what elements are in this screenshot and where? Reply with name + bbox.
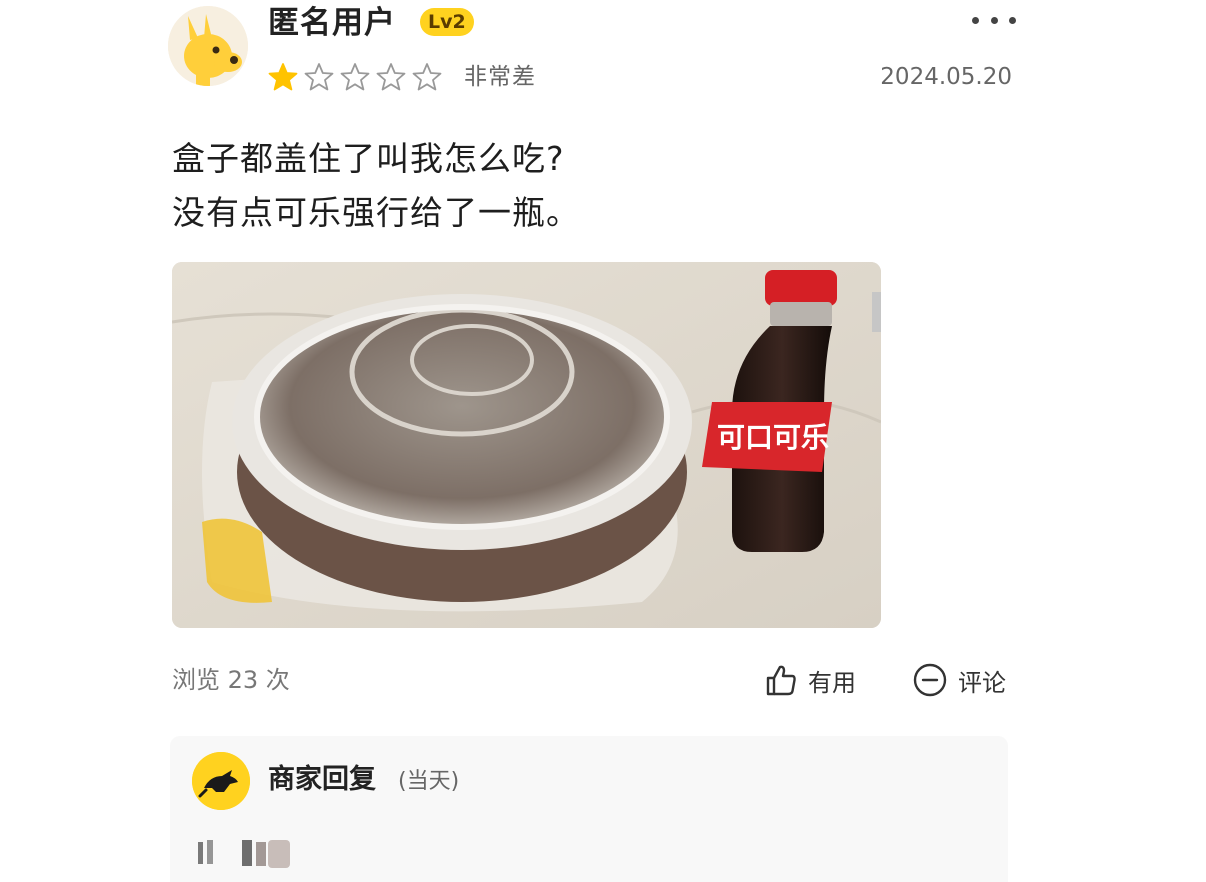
level-badge: Lv2 <box>420 8 474 36</box>
user-avatar[interactable] <box>168 6 248 86</box>
dot-icon <box>972 16 979 24</box>
review-text: 盒子都盖住了叫我怎么吃? 没有点可乐强行给了一瓶。 <box>172 132 1012 240</box>
review-date: 2024.05.20 <box>880 64 1012 90</box>
username: 匿名用户 <box>268 5 396 41</box>
merchant-reply: 商家回复 (当天) <box>170 736 1008 882</box>
food-photo-image: 可口可乐 <box>172 262 881 628</box>
star-empty-icon <box>304 63 334 91</box>
star-rating <box>268 60 442 94</box>
dot-icon <box>1009 16 1016 24</box>
useful-label: 有用 <box>808 668 856 697</box>
reply-time: (当天) <box>398 769 460 794</box>
star-filled-icon <box>268 63 298 91</box>
blurred-reply-content <box>198 840 290 868</box>
kangaroo-logo-icon <box>192 752 250 810</box>
kangaroo-avatar-icon <box>168 6 248 86</box>
view-count: 浏览 23 次 <box>172 666 290 694</box>
star-empty-icon <box>340 63 370 91</box>
review-text-line: 没有点可乐强行给了一瓶。 <box>172 193 580 232</box>
thumbs-up-icon <box>766 665 796 696</box>
comment-button[interactable]: 评论 <box>912 660 1006 700</box>
review-photo[interactable]: 可口可乐 <box>172 262 881 628</box>
more-options-button[interactable] <box>972 6 1016 34</box>
review-card: 匿名用户 Lv2 非常差 2024.05.20 盒子都盖住了叫我怎么吃? 没有点… <box>0 0 1206 882</box>
merchant-avatar <box>192 752 250 810</box>
reply-title: 商家回复 <box>268 764 376 795</box>
dot-icon <box>990 16 998 24</box>
review-text-line: 盒子都盖住了叫我怎么吃? <box>172 139 565 178</box>
comment-label: 评论 <box>958 668 1006 697</box>
rating-label: 非常差 <box>464 64 536 90</box>
star-empty-icon <box>412 63 442 91</box>
bottle-label: 可口可乐 <box>717 421 829 454</box>
comment-icon <box>913 663 947 697</box>
useful-button[interactable]: 有用 <box>764 660 856 700</box>
star-empty-icon <box>376 63 406 91</box>
